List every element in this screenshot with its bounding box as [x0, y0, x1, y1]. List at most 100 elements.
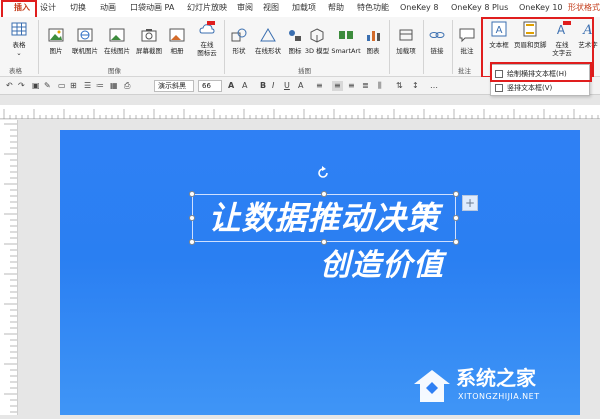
tab-addins[interactable]: 加载项 — [292, 2, 316, 14]
tab-pocket-animation[interactable]: 口袋动画 PA — [130, 2, 174, 14]
vertical-textbox-icon — [495, 84, 503, 92]
online-picture2-button[interactable]: 在线图片 — [102, 27, 132, 55]
print-icon[interactable]: ⎙ — [124, 81, 130, 91]
group-illustrations: 插图 — [298, 67, 311, 75]
tab-design[interactable]: 设计 — [40, 2, 56, 14]
numbering-icon[interactable]: ≔ — [96, 81, 104, 91]
rotate-handle-icon[interactable] — [316, 166, 330, 180]
font-name-box[interactable]: 演示斜黑 — [154, 80, 194, 92]
addins-icon — [399, 29, 413, 41]
slide-title-line1[interactable]: 让数据推动决策 — [192, 196, 456, 240]
online-shapes-button[interactable]: 在线形状 — [252, 27, 284, 55]
album-icon — [169, 28, 185, 42]
highlight-icon[interactable]: ▦ — [110, 81, 118, 91]
font-color-icon[interactable]: A — [298, 81, 303, 91]
online-picture-icon — [77, 28, 93, 42]
tab-special[interactable]: 特色功能 — [357, 2, 389, 14]
more-icon[interactable]: … — [430, 81, 438, 91]
divider — [224, 20, 225, 74]
smartart-button[interactable]: SmartArt — [331, 27, 361, 55]
align-right-icon[interactable]: ≡ — [348, 81, 355, 91]
vertical-ruler — [0, 120, 18, 415]
underline-icon[interactable]: U — [284, 81, 290, 91]
album-button[interactable]: 相册 — [166, 27, 188, 55]
icons-icon — [289, 30, 301, 41]
table-icon — [11, 22, 27, 36]
comment-button[interactable]: 批注 — [456, 27, 478, 55]
layout-options-icon[interactable]: + — [462, 195, 478, 211]
line-spacing-icon[interactable]: ↕ — [412, 81, 419, 91]
decrease-font-icon[interactable]: A — [242, 81, 247, 91]
tab-animations[interactable]: 动画 — [100, 2, 116, 14]
tab-onekey10[interactable]: OneKey 10 — [519, 2, 563, 14]
format-painter-icon[interactable]: ✎ — [44, 81, 51, 91]
tab-help[interactable]: 帮助 — [328, 2, 344, 14]
online-icon-cloud-label-2: 图标云 — [197, 49, 217, 57]
divider — [38, 20, 39, 74]
link-button[interactable]: 链接 — [426, 27, 448, 55]
addins-label: 加载项 — [396, 47, 416, 55]
text-direction-icon[interactable]: ⇅ — [396, 81, 403, 91]
ruler-ticks — [3, 109, 599, 119]
watermark-url: XITONGZHIJIA.NET — [458, 392, 540, 401]
horizontal-ruler — [0, 105, 600, 119]
icons-button[interactable]: 图标 — [286, 27, 304, 55]
tab-slideshow[interactable]: 幻灯片放映 — [187, 2, 227, 14]
justify-icon[interactable]: ≣ — [362, 81, 369, 91]
ruler-ticks-vertical — [4, 123, 17, 413]
layout-icon[interactable]: ⊞ — [70, 81, 77, 91]
redo-icon[interactable]: ↷ — [18, 81, 25, 91]
group-images: 图像 — [108, 67, 121, 75]
menu-item-vertical-textbox[interactable]: 竖排文本框(V) — [495, 82, 552, 94]
columns-icon[interactable]: ⫼ — [378, 81, 382, 91]
online-picture-button[interactable]: 联机图片 — [70, 27, 100, 55]
comment-icon — [459, 28, 475, 43]
smartart-label: SmartArt — [331, 47, 361, 55]
table-button[interactable]: 表格 ⌄ — [6, 21, 32, 57]
chart-icon — [367, 31, 380, 41]
online-shapes-icon — [260, 28, 276, 42]
online-icon-cloud-button[interactable]: 在线 图标云 — [194, 21, 220, 57]
tab-onekey8plus[interactable]: OneKey 8 Plus — [451, 2, 508, 14]
addins-button[interactable]: 加载项 — [393, 27, 419, 55]
bold-icon[interactable]: B — [260, 81, 266, 91]
camera-icon — [141, 29, 157, 42]
link-label: 链接 — [430, 47, 444, 55]
picture-button[interactable]: 图片 — [44, 27, 68, 55]
cloud-picture-icon — [109, 28, 125, 42]
chart-button[interactable]: 图表 — [363, 27, 383, 55]
watermark-name: 系统之家 — [456, 366, 536, 390]
watermark-logo-icon — [414, 370, 450, 402]
tab-shape-format[interactable]: 形状格式 — [568, 2, 600, 14]
table-label: 表格 — [12, 41, 26, 49]
italic-icon[interactable]: I — [272, 81, 274, 91]
slide-title-line2[interactable]: 创造价值 — [320, 244, 480, 288]
tab-onekey8[interactable]: OneKey 8 — [400, 2, 438, 14]
3d-model-button[interactable]: 3D 模型 — [304, 27, 330, 55]
increase-font-icon[interactable]: A — [228, 81, 234, 91]
group-comments: 批注 — [458, 67, 471, 75]
new-slide-icon[interactable]: ▭ — [58, 81, 66, 91]
link-icon — [429, 32, 445, 38]
align-left-icon[interactable]: ≡ — [316, 81, 323, 91]
slide-canvas[interactable]: + 让数据推动决策 创造价值 系统之家 XITONGZHIJIA.NET — [60, 130, 580, 415]
screenshot-button[interactable]: 屏幕截图 — [134, 27, 164, 55]
online-picture-label: 联机图片 — [72, 47, 98, 55]
tab-review[interactable]: 审阅 — [237, 2, 253, 14]
tab-view[interactable]: 视图 — [263, 2, 279, 14]
menu-item-highlight — [490, 62, 592, 82]
picture-icon — [48, 28, 64, 42]
align-center-icon[interactable]: ≡ — [332, 81, 343, 91]
undo-icon[interactable]: ↶ — [6, 81, 13, 91]
comment-label: 批注 — [460, 47, 474, 55]
font-size-box[interactable]: 66 — [198, 80, 222, 92]
3d-model-label: 3D 模型 — [304, 47, 330, 55]
screenshot-label: 屏幕截图 — [136, 47, 162, 55]
watermark: 系统之家 XITONGZHIJIA.NET — [412, 364, 572, 410]
shapes-button[interactable]: 形状 — [228, 27, 250, 55]
tab-transitions[interactable]: 切换 — [70, 2, 86, 14]
bullets-icon[interactable]: ☰ — [84, 81, 91, 91]
online-picture2-label: 在线图片 — [104, 47, 130, 55]
icons-label: 图标 — [288, 47, 302, 55]
save-icon[interactable]: ▣ — [32, 81, 40, 91]
